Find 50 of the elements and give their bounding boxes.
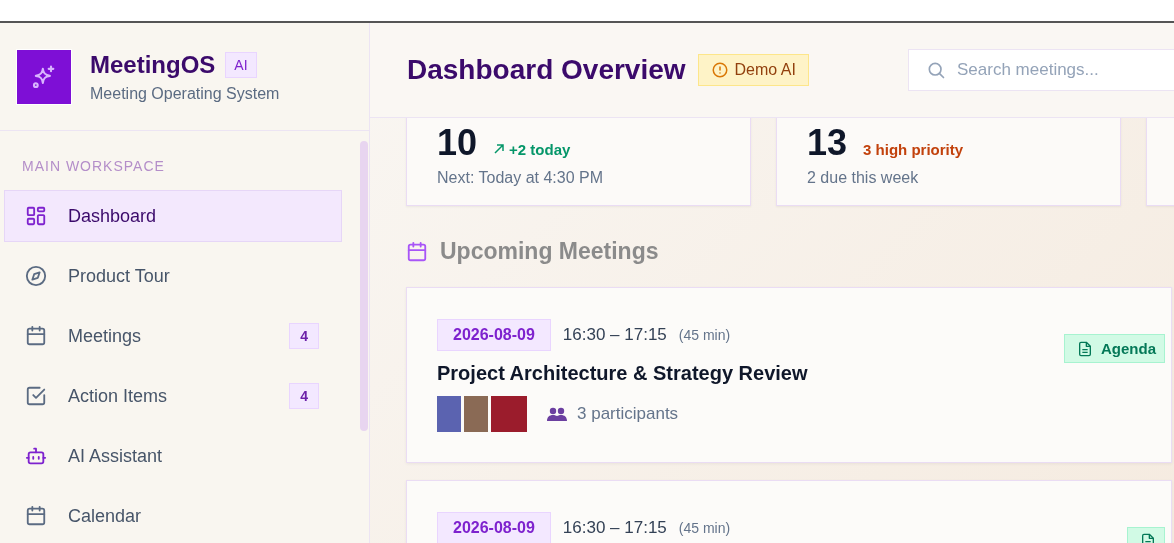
calendar-icon — [25, 505, 47, 527]
meeting-duration: (45 min) — [678, 520, 731, 536]
nav-item[interactable]: Product Tour — [4, 250, 342, 302]
nav-item[interactable]: Meetings 4 — [4, 310, 342, 362]
ai-badge: AI — [225, 52, 257, 78]
meeting-title: Project Architecture & Strategy Review — [437, 362, 809, 385]
stat-note: 2 due this week — [807, 169, 920, 187]
scrollbar-thumb[interactable] — [360, 141, 368, 431]
meeting-card[interactable]: 2026-08-09 16:30 – 17:15 (45 min) — [406, 480, 1172, 543]
compass-icon — [25, 265, 47, 287]
nav-item[interactable]: AI Assistant — [4, 430, 342, 482]
section-label: MAIN WORKSPACE — [21, 158, 166, 174]
stat-value: 10 — [437, 125, 478, 161]
stat-trend: +2 today — [493, 140, 571, 158]
calendar-icon — [406, 240, 428, 263]
nav-item[interactable]: Action Items 4 — [4, 370, 342, 422]
meeting-time: 16:30 – 17:15 — [562, 518, 667, 538]
photo-placeholder — [464, 396, 488, 432]
meeting-time: 16:30 – 17:15 — [562, 325, 667, 345]
app-name: MeetingOS — [90, 51, 216, 79]
agenda-tag: Agenda — [1064, 334, 1165, 363]
page-title: Dashboard Overview — [407, 54, 686, 86]
people-icon — [547, 406, 567, 422]
robot-icon — [25, 445, 47, 467]
stat-trend: 3 high priority — [863, 141, 964, 158]
meeting-card[interactable]: 2026-08-09 16:30 – 17:15 (45 min) Project Architecture & Strategy Review 3 participants Agenda — [406, 287, 1172, 463]
section-title: Upcoming Meetings — [440, 238, 659, 265]
checkbox-icon — [25, 385, 47, 407]
calendar-icon — [25, 325, 47, 347]
trend-up-icon — [493, 143, 506, 155]
participant-count: 3 participants — [577, 404, 679, 424]
meeting-duration: (45 min) — [678, 327, 731, 343]
stat-note: Next: Today at 4:30 PM — [437, 169, 604, 187]
sparkle-logo-icon — [16, 49, 72, 105]
count-badge: 4 — [289, 323, 319, 349]
document-icon — [1077, 340, 1093, 357]
nav-item[interactable]: Dashboard — [4, 190, 342, 242]
alert-icon — [710, 61, 729, 79]
count-badge: 4 — [289, 383, 319, 409]
stat-value: 13 — [807, 125, 848, 161]
date-badge: 2026-08-09 — [437, 319, 551, 351]
photo-placeholder — [491, 396, 527, 432]
app-subtitle: Meeting Operating System — [90, 85, 280, 103]
grid-icon — [25, 205, 47, 227]
search-field[interactable]: Search meetings... — [908, 49, 1174, 91]
demo-badge: Demo AI — [697, 54, 809, 86]
search-icon — [926, 60, 946, 80]
nav-item[interactable]: Calendar — [4, 490, 342, 542]
photo-placeholder — [437, 396, 461, 432]
date-badge: 2026-08-09 — [437, 512, 551, 543]
